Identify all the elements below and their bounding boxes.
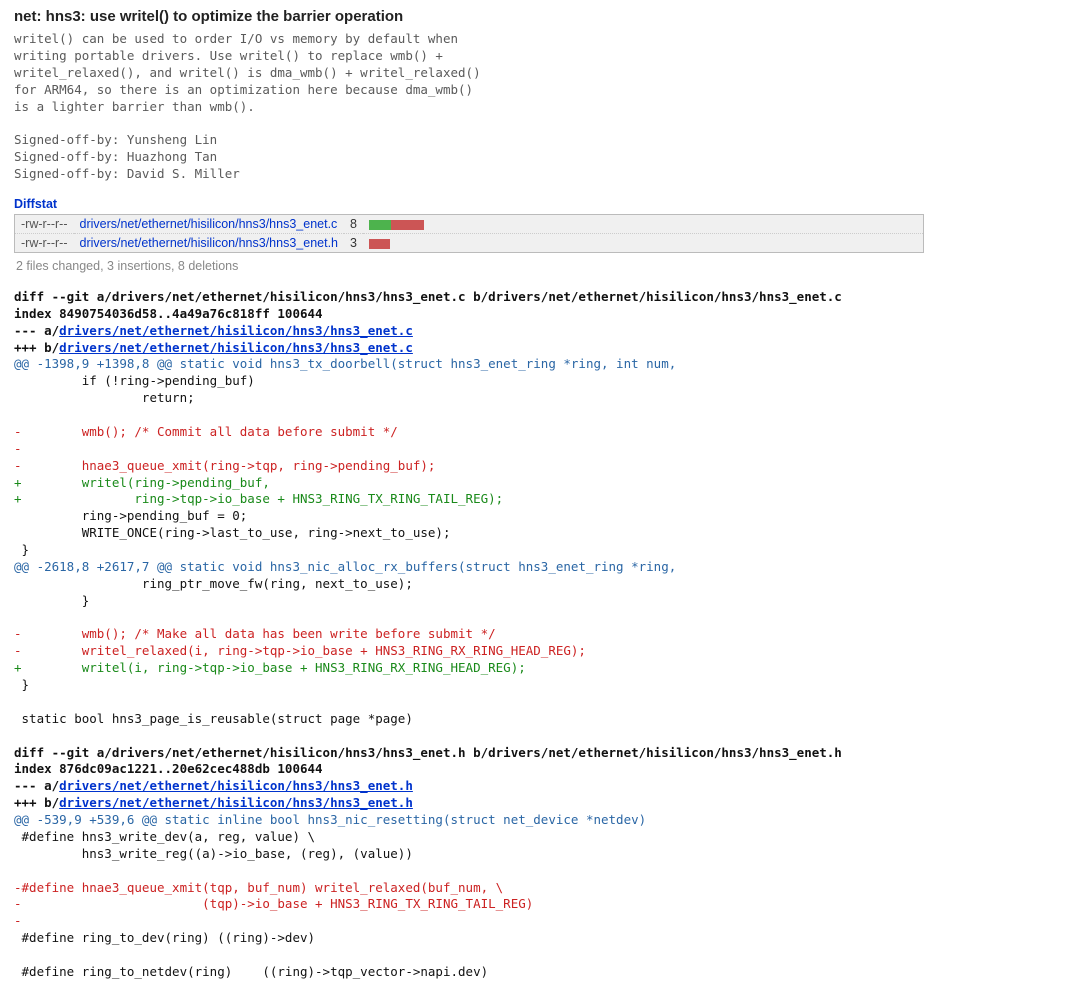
diff-removed-line: - wmb(); /* Make all data has been write…	[14, 626, 496, 641]
diff-plus: +++ b/drivers/net/ethernet/hisilicon/hns…	[14, 340, 413, 355]
commit-message: writel() can be used to order I/O vs mem…	[14, 31, 1066, 183]
file-path-cell: drivers/net/ethernet/hisilicon/hns3/hns3…	[74, 233, 345, 252]
file-change-bar	[363, 214, 924, 233]
deletions-bar	[369, 239, 390, 249]
diff-removed-line: - writel_relaxed(i, ring->tqp->io_base +…	[14, 643, 586, 658]
diff-context-line: }	[14, 593, 89, 608]
diff-cmd: diff --git a/drivers/net/ethernet/hisili…	[14, 745, 842, 760]
diffstat-table: -rw-r--r-- drivers/net/ethernet/hisilicon…	[14, 214, 924, 253]
file-mode: -rw-r--r--	[15, 214, 74, 233]
file-change-count: 8	[344, 214, 363, 233]
diff-path-link[interactable]: drivers/net/ethernet/hisilicon/hns3/hns3…	[59, 323, 413, 338]
diff-hunk-header: @@ -1398,9 +1398,8 @@ static void hns3_t…	[14, 356, 676, 371]
diff-added-line: + ring->tqp->io_base + HNS3_RING_TX_RING…	[14, 491, 503, 506]
diff-cmd: diff --git a/drivers/net/ethernet/hisili…	[14, 289, 842, 304]
diff-hunk-header: @@ -539,9 +539,6 @@ static inline bool h…	[14, 812, 646, 827]
diff-index: index 8490754036d58..4a49a76c818ff 10064…	[14, 306, 323, 321]
diffstat-heading: Diffstat	[14, 197, 1066, 211]
diffstat-row: -rw-r--r-- drivers/net/ethernet/hisilicon…	[15, 233, 924, 252]
diff-output: diff --git a/drivers/net/ethernet/hisili…	[14, 289, 1066, 981]
diff-index: index 876dc09ac1221..20e62cec488db 10064…	[14, 761, 323, 776]
diff-added-line: + writel(i, ring->tqp->io_base + HNS3_RI…	[14, 660, 526, 675]
diff-context-line: if (!ring->pending_buf)	[14, 373, 255, 388]
diff-minus: --- a/drivers/net/ethernet/hisilicon/hns…	[14, 323, 413, 338]
commit-title: net: hns3: use writel() to optimize the …	[14, 8, 1066, 25]
diff-context-line: WRITE_ONCE(ring->last_to_use, ring->next…	[14, 525, 451, 540]
diff-context-line: static bool hns3_page_is_reusable(struct…	[14, 711, 413, 726]
diff-context-line: #define hns3_write_dev(a, reg, value) \	[14, 829, 315, 844]
diff-context-line: }	[14, 542, 29, 557]
file-change-bar	[363, 233, 924, 252]
diff-hunk-header: @@ -2618,8 +2617,7 @@ static void hns3_n…	[14, 559, 676, 574]
diffstat-row: -rw-r--r-- drivers/net/ethernet/hisilicon…	[15, 214, 924, 233]
deletions-bar	[391, 220, 424, 230]
file-path-link[interactable]: drivers/net/ethernet/hisilicon/hns3/hns3…	[80, 217, 338, 231]
diff-context-line: ring->pending_buf = 0;	[14, 508, 247, 523]
commit-block: net: hns3: use writel() to optimize the …	[14, 8, 1066, 183]
file-mode: -rw-r--r--	[15, 233, 74, 252]
diff-path-link[interactable]: drivers/net/ethernet/hisilicon/hns3/hns3…	[59, 340, 413, 355]
diff-removed-line: - (tqp)->io_base + HNS3_RING_TX_RING_TAI…	[14, 896, 533, 911]
diff-removed-line: - hnae3_queue_xmit(ring->tqp, ring->pend…	[14, 458, 435, 473]
diff-context-line: ring_ptr_move_fw(ring, next_to_use);	[14, 576, 413, 591]
file-change-count: 3	[344, 233, 363, 252]
diff-removed-line: -	[14, 441, 22, 456]
diff-context-line: return;	[14, 390, 195, 405]
diff-context-line: #define ring_to_dev(ring) ((ring)->dev)	[14, 930, 315, 945]
diff-context-line: }	[14, 677, 29, 692]
diff-context-line: hns3_write_reg((a)->io_base, (reg), (val…	[14, 846, 413, 861]
diff-removed-line: - wmb(); /* Commit all data before submi…	[14, 424, 398, 439]
file-path-link[interactable]: drivers/net/ethernet/hisilicon/hns3/hns3…	[80, 236, 339, 250]
diff-added-line: + writel(ring->pending_buf,	[14, 475, 270, 490]
diff-removed-line: -	[14, 913, 22, 928]
insertions-bar	[369, 220, 391, 230]
diff-path-link[interactable]: drivers/net/ethernet/hisilicon/hns3/hns3…	[59, 778, 413, 793]
diffstat-summary: 2 files changed, 3 insertions, 8 deletio…	[16, 259, 1064, 273]
diff-minus: --- a/drivers/net/ethernet/hisilicon/hns…	[14, 778, 413, 793]
diff-context-line: #define ring_to_netdev(ring) ((ring)->tq…	[14, 964, 488, 979]
diff-path-link[interactable]: drivers/net/ethernet/hisilicon/hns3/hns3…	[59, 795, 413, 810]
diff-plus: +++ b/drivers/net/ethernet/hisilicon/hns…	[14, 795, 413, 810]
file-path-cell: drivers/net/ethernet/hisilicon/hns3/hns3…	[74, 214, 345, 233]
diff-removed-line: -#define hnae3_queue_xmit(tqp, buf_num) …	[14, 880, 503, 895]
